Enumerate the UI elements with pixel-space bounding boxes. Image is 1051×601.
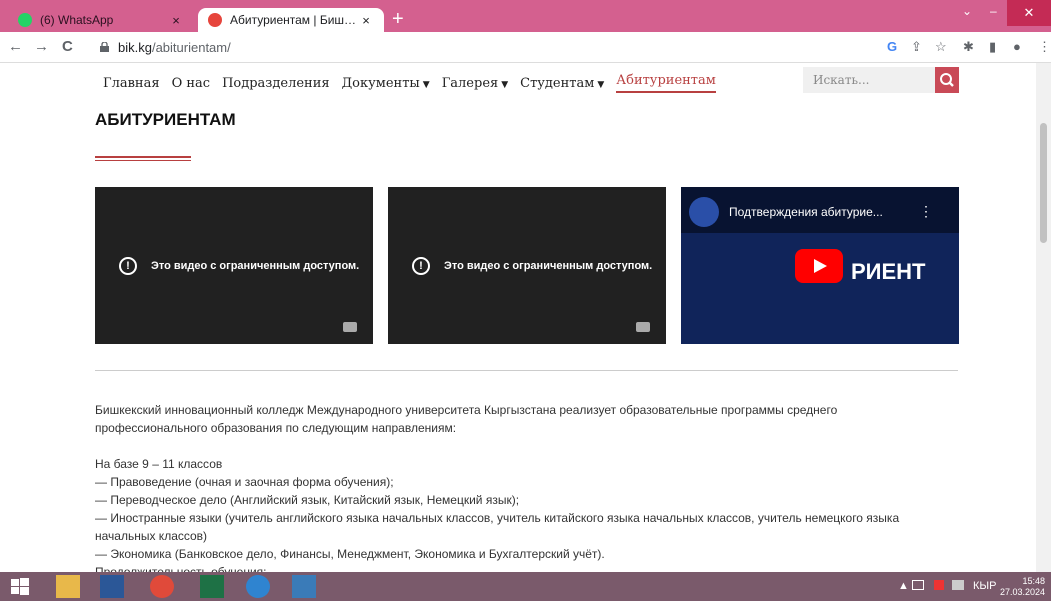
lock-icon[interactable] xyxy=(100,42,109,52)
internet-explorer-icon[interactable] xyxy=(246,575,270,598)
nav-applicants[interactable]: Абитуриентам xyxy=(616,73,716,93)
video-thumbnail-brand: РИЕНТ xyxy=(851,259,926,284)
page-content: Главная О нас Подразделения Документы ▼ Г… xyxy=(0,63,1051,572)
browser-menu-icon[interactable]: ⋮ xyxy=(1038,39,1051,55)
new-tab-button[interactable]: + xyxy=(392,9,404,29)
whatsapp-icon xyxy=(18,13,32,27)
tab-abiturientam[interactable]: Абитуриентам | Бишкекский ин… × xyxy=(198,8,384,32)
title-underline xyxy=(95,160,191,161)
language-indicator[interactable]: КЫР xyxy=(973,580,996,592)
extensions-icon[interactable]: ✱ xyxy=(963,39,974,55)
bookmark-star-icon[interactable]: ☆ xyxy=(935,39,947,55)
nav-label: Абитуриентам xyxy=(616,73,716,88)
nav-about[interactable]: О нас xyxy=(172,76,211,91)
window-close-button[interactable]: ✕ xyxy=(1007,0,1051,26)
tab-title: Абитуриентам | Бишкекский ин… xyxy=(230,13,358,27)
forward-icon[interactable]: → xyxy=(34,38,49,55)
nav-label: Документы xyxy=(341,75,420,91)
url-path: /abiturientam/ xyxy=(151,40,231,55)
intro-paragraph-line: Бишкекский инновационный колледж Междуна… xyxy=(95,403,838,417)
nav-label: Главная xyxy=(103,75,160,91)
video-title[interactable]: Подтверждения абитурие... xyxy=(729,205,883,219)
side-panel-icon[interactable]: ▮ xyxy=(989,39,996,55)
address-bar[interactable]: bik.kg/abiturientam/ xyxy=(118,40,231,55)
chevron-down-icon: ▼ xyxy=(501,79,509,90)
chevron-down-icon: ▼ xyxy=(422,79,430,90)
nav-students[interactable]: Студентам ▼ xyxy=(520,76,604,91)
nav-gallery[interactable]: Галерея ▼ xyxy=(442,76,508,91)
back-icon[interactable]: ← xyxy=(8,38,23,55)
tray-expand-icon[interactable]: ▲ xyxy=(898,580,909,592)
nav-home[interactable]: Главная xyxy=(103,76,160,91)
restricted-text: Это видео с ограниченным доступом. xyxy=(151,260,360,272)
word-icon[interactable] xyxy=(100,575,124,598)
search-input[interactable]: Искать... xyxy=(803,67,935,93)
nav-label: Студентам xyxy=(520,75,595,91)
restricted-message: ! Это видео с ограниченным доступом. xyxy=(119,257,359,275)
close-tab-icon[interactable]: × xyxy=(358,13,374,28)
site-favicon-icon xyxy=(208,13,222,27)
chrome-icon[interactable] xyxy=(150,575,174,598)
site-nav: Главная О нас Подразделения Документы ▼ Г… xyxy=(103,69,728,97)
profile-icon[interactable]: ● xyxy=(1013,39,1021,54)
url-host: bik.kg xyxy=(118,40,152,55)
play-button[interactable] xyxy=(795,249,843,283)
google-lens-icon[interactable]: G xyxy=(887,39,897,54)
tab-title: (6) WhatsApp xyxy=(40,13,114,27)
nav-departments[interactable]: Подразделения xyxy=(222,76,330,91)
restricted-text: Это видео с ограниченным доступом. xyxy=(444,260,653,272)
divider xyxy=(95,370,958,371)
page-scrollbar[interactable] xyxy=(1036,63,1051,572)
program-item: — Иностранные языки (учитель английского… xyxy=(95,511,900,525)
system-clock[interactable]: 15:48 27.03.2024 xyxy=(1000,576,1045,598)
scrollbar-thumb[interactable] xyxy=(1040,123,1047,243)
tab-search-icon[interactable]: ⌄ xyxy=(962,4,972,18)
tab-whatsapp[interactable]: (6) WhatsApp × xyxy=(8,8,194,32)
title-underline xyxy=(95,156,191,158)
nav-label: Галерея xyxy=(441,75,499,91)
alert-icon: ! xyxy=(412,257,430,275)
restricted-message: ! Это видео с ограниченным доступом. xyxy=(412,257,652,275)
youtube-icon[interactable] xyxy=(343,322,357,332)
video-embed-2[interactable]: ! Это видео с ограниченным доступом. xyxy=(388,187,666,344)
clock-date: 27.03.2024 xyxy=(999,587,1045,597)
windows-taskbar: ▲ КЫР 15:48 27.03.2024 xyxy=(0,572,1051,601)
chevron-down-icon: ▼ xyxy=(597,79,605,90)
nav-documents[interactable]: Документы ▼ xyxy=(342,76,430,91)
nav-label: О нас xyxy=(171,75,211,91)
search-button[interactable] xyxy=(935,67,959,93)
clock-time: 15:48 xyxy=(1022,576,1045,586)
search-icon xyxy=(940,73,954,87)
video-embed-1[interactable]: ! Это видео с ограниченным доступом. xyxy=(95,187,373,344)
program-item: — Экономика (Банковское дело, Финансы, М… xyxy=(95,547,605,561)
base-heading: На базе 9 – 11 классов xyxy=(95,457,223,471)
intro-paragraph-line: профессионального образования по следующ… xyxy=(95,421,457,435)
page-title: АБИТУРИЕНТАМ xyxy=(95,110,236,129)
video-embed-3[interactable]: Подтверждения абитурие... ⋮ РИЕНТ xyxy=(681,187,959,344)
share-icon[interactable]: ⇪ xyxy=(911,39,922,55)
minimize-button[interactable]: – xyxy=(990,4,997,18)
network-icon[interactable] xyxy=(912,580,924,590)
media-app-icon[interactable] xyxy=(292,575,316,598)
nav-label: Подразделения xyxy=(222,75,330,91)
more-options-icon[interactable]: ⋮ xyxy=(919,203,933,220)
program-item: начальных классов) xyxy=(95,529,208,543)
program-item: — Правоведение (очная и заочная форма об… xyxy=(95,475,394,489)
alert-icon: ! xyxy=(119,257,137,275)
excel-icon[interactable] xyxy=(200,575,224,598)
browser-toolbar: ← → C bik.kg/abiturientam/ G ⇪ ☆ ✱ ▮ ● ⋮ xyxy=(0,32,1051,63)
action-center-icon[interactable] xyxy=(934,580,944,590)
file-explorer-icon[interactable] xyxy=(56,575,80,598)
volume-icon[interactable] xyxy=(952,580,964,590)
close-tab-icon[interactable]: × xyxy=(168,13,184,28)
youtube-icon[interactable] xyxy=(636,322,650,332)
browser-tabstrip: (6) WhatsApp × Абитуриентам | Бишкекский… xyxy=(0,0,1051,32)
duration-heading: Продолжительность обучения: xyxy=(95,565,267,572)
program-item: — Переводческое дело (Английский язык, К… xyxy=(95,493,520,507)
reload-icon[interactable]: C xyxy=(62,38,73,55)
windows-start-icon[interactable] xyxy=(8,575,32,598)
channel-avatar[interactable] xyxy=(689,197,719,227)
